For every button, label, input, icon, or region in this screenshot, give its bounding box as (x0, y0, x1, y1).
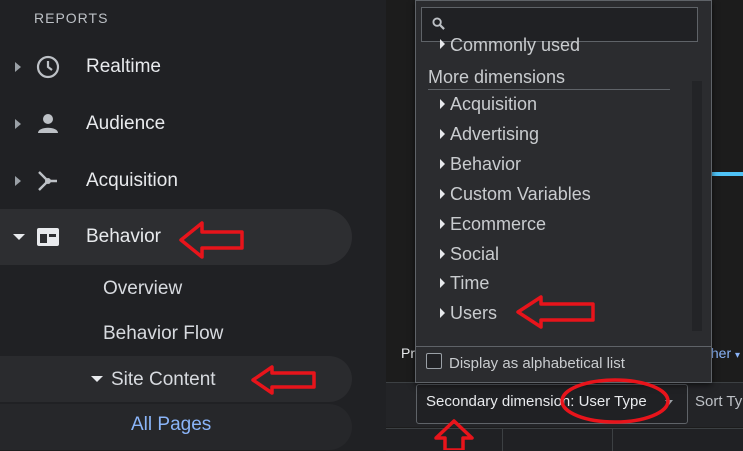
dimension-group-label: Ecommerce (450, 214, 547, 234)
chart-line (709, 172, 743, 176)
caret-right-icon (440, 219, 445, 229)
person-icon (38, 114, 58, 133)
chevron-down-icon: ▾ (735, 350, 741, 361)
dimension-group-social[interactable]: Social (416, 244, 686, 266)
annotation-circle-icon (560, 378, 670, 424)
annotation-arrow-icon (251, 365, 316, 395)
sidebar-item-realtime[interactable]: Realtime (0, 41, 352, 93)
dimension-group-label: Social (450, 244, 500, 264)
dimension-group-acquisition[interactable]: Acquisition (416, 94, 686, 116)
dimension-group-label: Acquisition (450, 94, 538, 114)
table-column-divider (612, 429, 613, 451)
table-column-divider (502, 429, 503, 451)
sort-type-label[interactable]: Sort Ty (695, 393, 742, 410)
sidebar-item-label: Realtime (86, 56, 161, 77)
partial-text-left: Pr (401, 345, 415, 361)
dimension-group-behavior[interactable]: Behavior (416, 154, 686, 176)
sidebar-item-overview[interactable]: Overview (103, 278, 182, 300)
reports-section-title: REPORTS (34, 10, 109, 26)
chevron-right-icon[interactable] (15, 119, 21, 129)
dimension-group-label: Advertising (450, 124, 540, 144)
sidebar-item-all-pages[interactable]: All Pages (131, 414, 211, 436)
caret-right-icon (440, 249, 445, 259)
alphabetical-list-checkbox[interactable] (426, 353, 442, 369)
chevron-right-icon[interactable] (15, 176, 21, 186)
chevron-right-icon[interactable] (15, 62, 21, 72)
annotation-arrow-icon (179, 221, 244, 259)
sidebar-item-behavior-flow[interactable]: Behavior Flow (103, 323, 223, 345)
dimension-group-label: Users (450, 303, 498, 323)
divider (428, 89, 670, 90)
dimension-group-ecommerce[interactable]: Ecommerce (416, 214, 686, 236)
caret-right-icon (440, 308, 445, 318)
annotation-arrow-icon (516, 295, 595, 329)
clock-icon (36, 55, 60, 79)
dimension-group-label: Behavior (450, 154, 522, 174)
alphabetical-list-label: Display as alphabetical list (449, 355, 625, 372)
sidebar-item-behavior[interactable]: Behavior (0, 211, 352, 263)
sidebar-item-label: Audience (86, 113, 166, 134)
search-icon (432, 17, 445, 30)
sidebar-item-label: Behavior (86, 226, 161, 247)
behavior-icon (37, 228, 59, 246)
caret-right-icon (440, 278, 445, 288)
dimension-group-advertising[interactable]: Advertising (416, 124, 686, 146)
caret-right-icon (440, 99, 445, 109)
dimension-group-label: Custom Variables (450, 184, 591, 204)
caret-right-icon (440, 39, 445, 49)
chevron-down-icon[interactable] (13, 234, 25, 240)
sidebar-item-site-content[interactable]: Site Content (111, 369, 216, 391)
caret-right-icon (440, 189, 445, 199)
dimension-group-time[interactable]: Time (416, 273, 686, 295)
caret-right-icon (440, 159, 445, 169)
chevron-down-icon[interactable] (91, 376, 103, 382)
acquisition-icon (38, 171, 57, 191)
dimension-group-label: Commonly used (450, 35, 581, 55)
annotation-arrow-icon (434, 419, 474, 450)
dimension-group-label: Time (450, 273, 490, 293)
more-dimensions-heading: More dimensions (428, 67, 566, 87)
sidebar-item-label: Acquisition (86, 170, 178, 191)
dimension-group-custom-variables[interactable]: Custom Variables (416, 184, 686, 206)
divider (416, 346, 711, 347)
dropdown-scrollbar[interactable] (692, 81, 702, 331)
sidebar-item-audience[interactable]: Audience (0, 98, 352, 150)
dimension-group-commonly-used[interactable]: Commonly used (416, 35, 696, 55)
sidebar-item-acquisition[interactable]: Acquisition (0, 155, 352, 207)
caret-right-icon (440, 129, 445, 139)
